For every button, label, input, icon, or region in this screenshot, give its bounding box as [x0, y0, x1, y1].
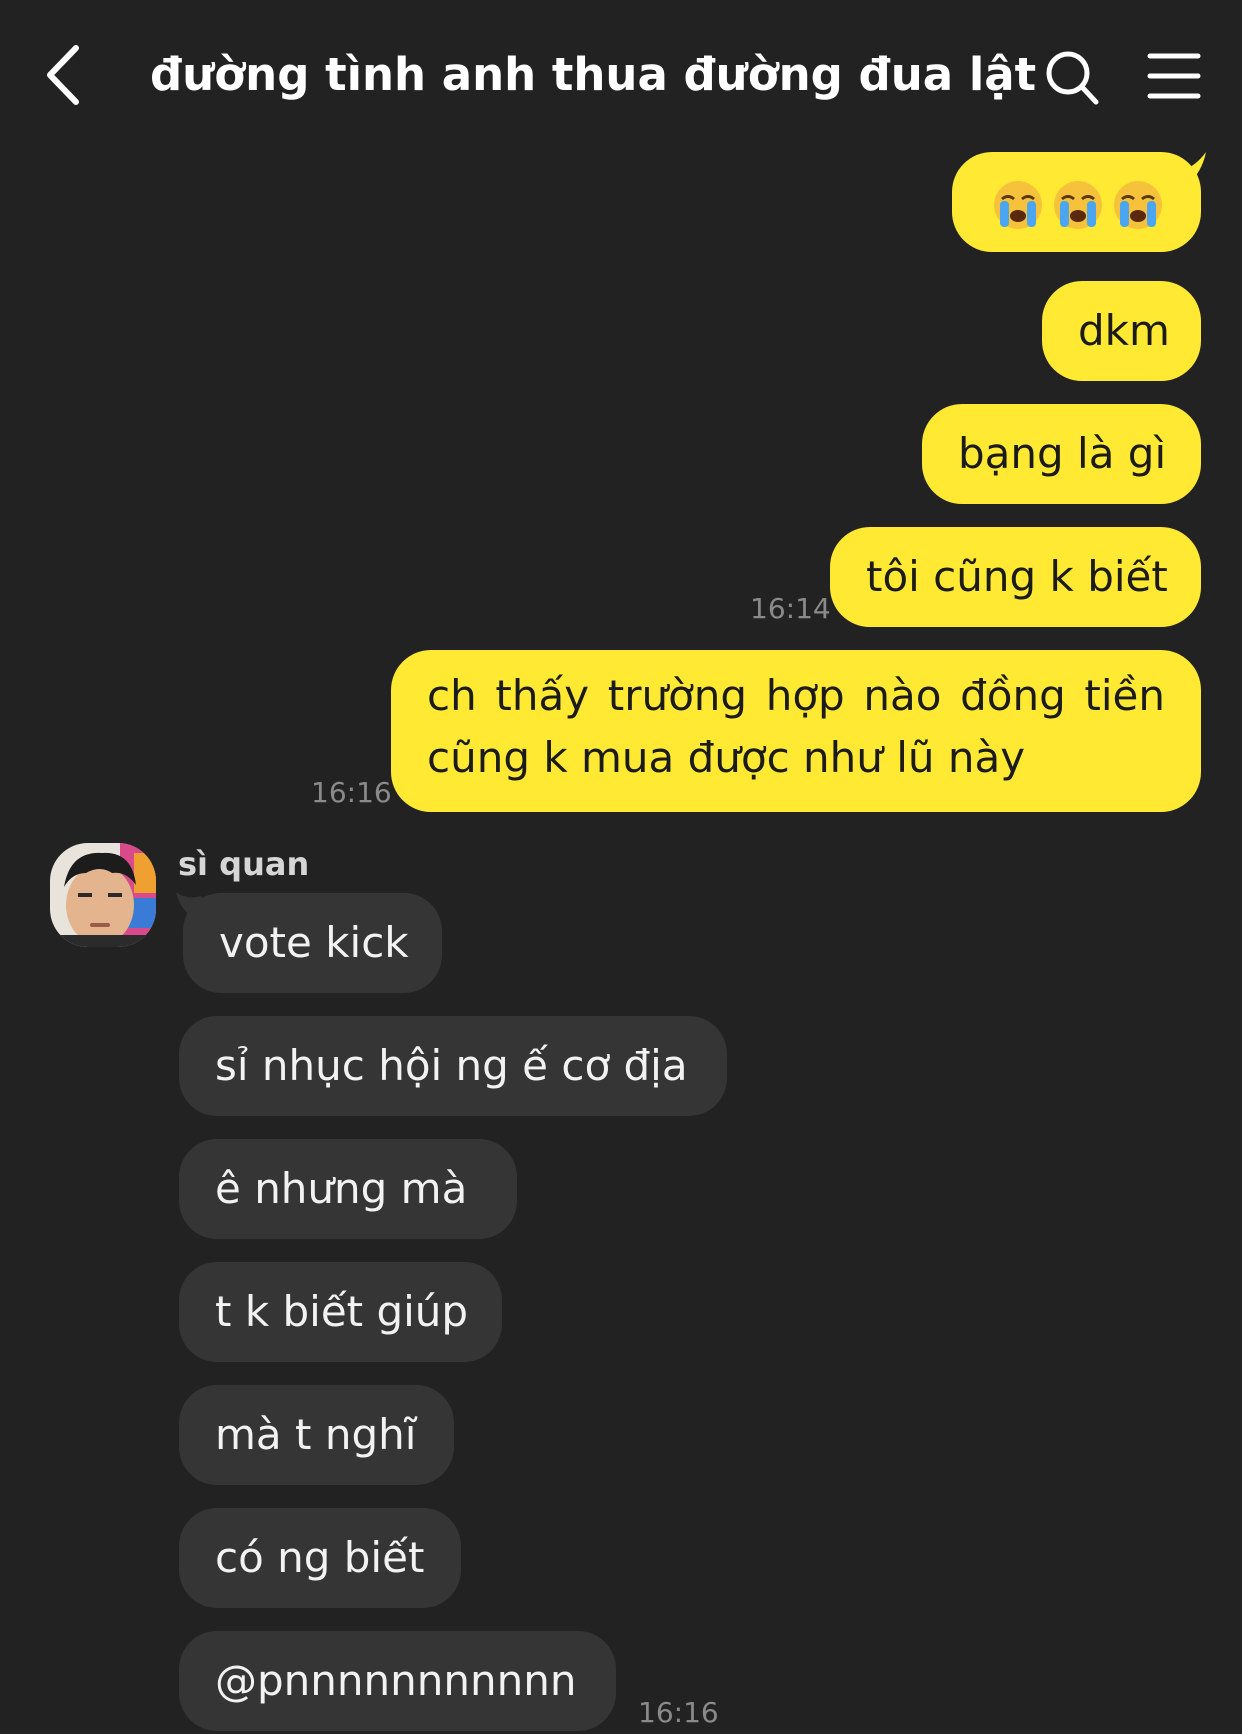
avatar[interactable]: [50, 843, 156, 947]
message-bubble-outgoing[interactable]: dkm: [1042, 281, 1201, 381]
message-bubble-outgoing[interactable]: [952, 152, 1201, 252]
message-timestamp: 16:16: [311, 776, 392, 809]
message-text: vote kick: [219, 918, 409, 967]
message-text: @pnnnnnnnnnnn: [215, 1656, 577, 1705]
loudly-crying-face-emoji: [994, 180, 1042, 229]
message-bubble-incoming[interactable]: vote kick: [183, 893, 442, 993]
loudly-crying-face-emoji: [1054, 180, 1102, 229]
message-timestamp: 16:14: [750, 592, 831, 625]
message-text: tôi cũng k biết: [866, 552, 1168, 601]
loudly-crying-face-emoji: [1114, 180, 1162, 229]
sender-name: sì quan: [178, 845, 310, 883]
message-bubble-outgoing[interactable]: tôi cũng k biết: [830, 527, 1201, 627]
chat-header: đường tình anh thua đường đua lật bá: [0, 0, 1242, 150]
back-button[interactable]: [40, 40, 90, 110]
menu-icon: [1147, 53, 1201, 99]
message-timestamp: 16:16: [638, 1696, 719, 1729]
message-text: dkm: [1078, 306, 1170, 355]
menu-button[interactable]: [1146, 50, 1202, 102]
message-bubble-incoming[interactable]: có ng biết: [179, 1508, 461, 1608]
message-bubble-incoming[interactable]: mà t nghĩ: [179, 1385, 454, 1485]
search-icon: [1046, 51, 1099, 105]
chevron-left-icon: [47, 45, 79, 105]
message-text: sỉ nhục hội ng ế cơ địa: [215, 1041, 688, 1090]
message-text: ê nhưng mà: [215, 1164, 468, 1213]
message-bubble-outgoing[interactable]: ch thấy trường hợp nào đồng tiền cũng k …: [391, 650, 1201, 812]
message-text: mà t nghĩ: [215, 1410, 417, 1459]
message-bubble-incoming[interactable]: sỉ nhục hội ng ế cơ địa: [179, 1016, 727, 1116]
message-text: có ng biết: [215, 1533, 425, 1582]
message-text: bạng là gì: [958, 429, 1167, 478]
message-text-line: ch thấy trường hợp nào đồng tiền: [427, 671, 1165, 720]
message-text-line: cũng k mua được như lũ này: [427, 733, 1026, 782]
search-button[interactable]: [1044, 48, 1100, 108]
message-bubble-incoming[interactable]: t k biết giúp: [179, 1262, 502, 1362]
message-text: t k biết giúp: [215, 1287, 469, 1336]
message-bubble-incoming[interactable]: @pnnnnnnnnnnn: [179, 1631, 616, 1731]
message-bubble-outgoing[interactable]: bạng là gì: [922, 404, 1201, 504]
chat-title: đường tình anh thua đường đua lật bá: [150, 48, 1050, 101]
message-bubble-incoming[interactable]: ê nhưng mà: [179, 1139, 517, 1239]
